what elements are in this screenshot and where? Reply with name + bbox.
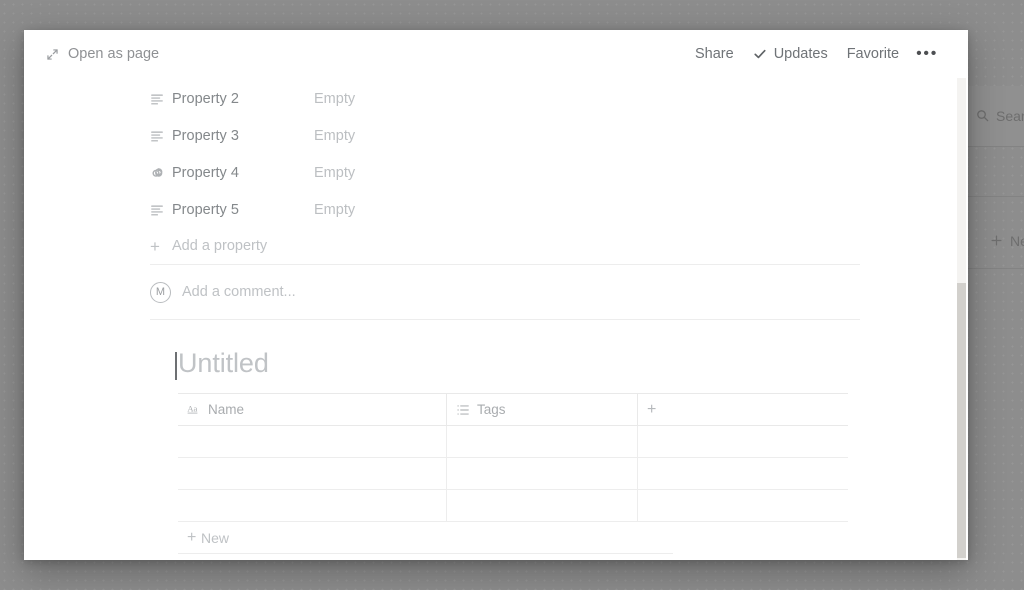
property-row[interactable]: Property 4 Empty — [150, 154, 968, 191]
add-comment-placeholder: Add a comment... — [182, 284, 296, 300]
table-cell-tags[interactable] — [447, 490, 638, 521]
text-property-icon — [150, 129, 172, 143]
table-cell-empty — [638, 426, 848, 457]
background-new-label: Ne — [1010, 233, 1024, 249]
page-title[interactable]: Untitled — [175, 348, 968, 393]
property-name: Property 2 — [172, 90, 239, 107]
check-icon — [753, 47, 767, 61]
property-list: Property 2 Empty Property 3 Empty Proper… — [150, 78, 968, 264]
updates-button[interactable]: Updates — [753, 46, 828, 62]
text-property-icon — [150, 92, 172, 106]
table-column-label: Name — [208, 402, 245, 417]
table-cell-empty — [638, 490, 848, 521]
background-search-button[interactable]: Searc — [976, 108, 1024, 124]
table-cell-name[interactable] — [178, 490, 447, 521]
add-column-button[interactable]: + — [638, 394, 848, 425]
updates-label: Updates — [773, 46, 828, 62]
add-property-button[interactable]: + Add a property — [150, 228, 968, 264]
inline-database-table: Aa Name Tags + + New — [178, 393, 848, 560]
property-row[interactable]: Property 2 Empty — [150, 80, 968, 117]
table-cell-name[interactable] — [178, 458, 447, 489]
table-column-header-tags[interactable]: Tags — [447, 394, 638, 425]
plus-icon: + — [187, 528, 197, 546]
modal-scrollbar-track[interactable] — [957, 78, 966, 560]
property-value[interactable]: Empty — [314, 91, 355, 107]
relation-property-icon — [150, 165, 172, 180]
avatar: M — [150, 281, 171, 303]
page-peek-modal: Open as page Share Updates Favorite ••• — [24, 30, 968, 560]
property-value[interactable]: Empty — [314, 202, 355, 218]
multi-select-icon — [456, 403, 470, 417]
table-cell-name[interactable] — [178, 426, 447, 457]
property-row[interactable]: Property 3 Empty — [150, 117, 968, 154]
new-row-button[interactable]: + New — [178, 522, 673, 554]
share-label: Share — [694, 46, 734, 62]
property-value[interactable]: Empty — [314, 165, 355, 181]
svg-text:Aa: Aa — [187, 403, 197, 413]
table-row[interactable] — [178, 426, 848, 458]
search-icon — [976, 109, 989, 124]
property-row[interactable]: Property 5 Empty — [150, 191, 968, 228]
modal-header: Open as page Share Updates Favorite ••• — [24, 30, 968, 78]
background-search-label: Searc — [996, 108, 1024, 124]
add-property-label: Add a property — [172, 238, 268, 254]
modal-header-actions: Share Updates Favorite ••• — [695, 46, 938, 63]
modal-content: Property 2 Empty Property 3 Empty Proper… — [24, 78, 968, 560]
modal-scrollbar-thumb[interactable] — [957, 283, 966, 558]
table-column-label: Tags — [477, 402, 506, 417]
table-column-header-name[interactable]: Aa Name — [178, 394, 447, 425]
favorite-label: Favorite — [846, 46, 900, 62]
modal-scroll-area: Property 2 Empty Property 3 Empty Proper… — [24, 78, 968, 560]
table-count-footer[interactable]: Count 3 — [178, 554, 673, 560]
text-property-icon — [150, 203, 172, 217]
background-divider — [968, 268, 1024, 269]
favorite-button[interactable]: Favorite — [847, 46, 899, 62]
plus-icon: + — [647, 400, 657, 418]
open-as-page-label: Open as page — [68, 46, 160, 62]
background-divider — [968, 146, 1024, 147]
property-name: Property 5 — [172, 201, 239, 218]
plus-icon: + — [150, 236, 160, 256]
property-name: Property 4 — [172, 164, 239, 181]
page-body: Untitled Aa Name Tags + + New — [150, 320, 968, 560]
text-cursor — [175, 352, 177, 380]
property-value[interactable]: Empty — [314, 128, 355, 144]
table-row[interactable] — [178, 490, 848, 522]
background-divider — [968, 196, 1024, 197]
table-row[interactable] — [178, 458, 848, 490]
open-as-page-button[interactable]: Open as page — [40, 42, 165, 66]
table-header-row: Aa Name Tags + — [178, 393, 848, 426]
expand-icon — [46, 48, 59, 61]
new-row-label: New — [201, 529, 230, 546]
page-title-text: Untitled — [178, 348, 269, 378]
property-name: Property 3 — [172, 127, 239, 144]
table-cell-empty — [638, 458, 848, 489]
more-options-button[interactable]: ••• — [916, 46, 938, 62]
table-cell-tags[interactable] — [447, 426, 638, 457]
add-comment-row[interactable]: M Add a comment... — [150, 265, 968, 319]
background-new-button[interactable]: Ne — [990, 233, 1024, 249]
share-button[interactable]: Share — [695, 46, 734, 62]
table-cell-tags[interactable] — [447, 458, 638, 489]
text-type-icon: Aa — [187, 403, 201, 416]
plus-icon — [990, 234, 1003, 249]
